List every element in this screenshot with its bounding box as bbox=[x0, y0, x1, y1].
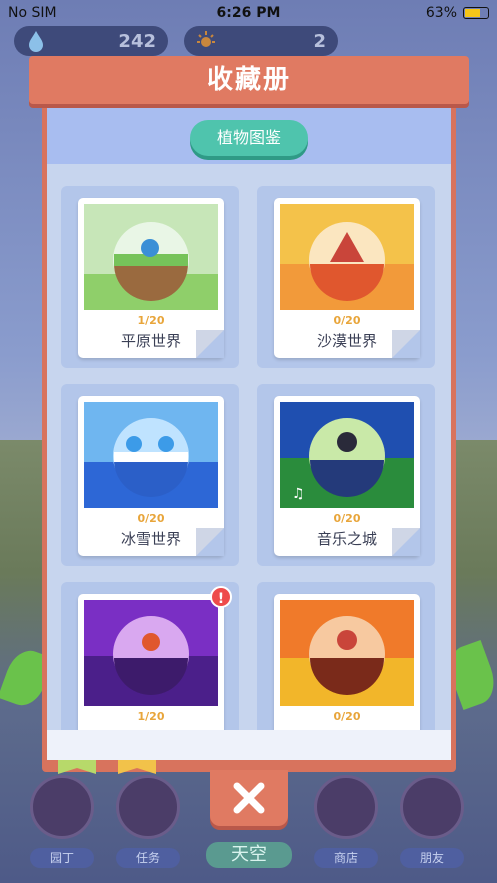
nav-task-button[interactable] bbox=[116, 775, 180, 839]
world-card-body: 0/20 冰雪世界 bbox=[78, 396, 224, 556]
nav-task-label[interactable]: 任务 bbox=[116, 848, 180, 868]
sun-value: 2 bbox=[313, 30, 326, 52]
world-progress: 1/20 bbox=[137, 710, 165, 723]
sun-counter[interactable]: 2 bbox=[184, 26, 338, 56]
water-drop-icon bbox=[29, 31, 43, 52]
world-progress: 1/20 bbox=[137, 314, 165, 327]
close-button[interactable] bbox=[210, 770, 288, 826]
world-card-body: ♫ 0/20 音乐之城 bbox=[274, 396, 420, 556]
tab-plant-guide[interactable]: 植物图鉴 bbox=[190, 120, 308, 156]
modal-title: 收藏册 bbox=[29, 56, 469, 104]
nav-friends-label[interactable]: 朋友 bbox=[400, 848, 464, 868]
page-fold bbox=[392, 330, 420, 358]
water-value: 242 bbox=[118, 30, 156, 52]
status-bar: No SIM 6:26 PM 63% bbox=[0, 0, 497, 26]
water-counter[interactable]: 242 bbox=[14, 26, 168, 56]
lava-world-image bbox=[280, 600, 414, 706]
nav-shop-label[interactable]: 商店 bbox=[314, 848, 378, 868]
music-world-image: ♫ bbox=[280, 402, 414, 508]
world-card-plains[interactable]: 1/20 平原世界 bbox=[61, 186, 239, 368]
svg-text:♫: ♫ bbox=[292, 486, 305, 502]
bookmark-ribbon-yellow bbox=[118, 760, 156, 774]
world-progress: 0/20 bbox=[333, 512, 361, 525]
world-card-body: 0/20 沙漠世界 bbox=[274, 198, 420, 358]
nav-gardener-label[interactable]: 园丁 bbox=[30, 848, 94, 868]
world-progress: 0/20 bbox=[137, 512, 165, 525]
page-fold bbox=[196, 330, 224, 358]
close-icon bbox=[233, 782, 265, 814]
world-card-music[interactable]: ♫ 0/20 音乐之城 bbox=[257, 384, 435, 566]
clock: 6:26 PM bbox=[216, 5, 281, 21]
page-fold bbox=[196, 528, 224, 556]
sun-icon bbox=[197, 31, 215, 47]
modal-page-curl bbox=[47, 730, 451, 760]
world-card-body: 1/20 平原世界 bbox=[78, 198, 224, 358]
tab-strip: 植物图鉴 bbox=[47, 100, 451, 164]
world-progress: 0/20 bbox=[333, 710, 361, 723]
world-card-snow[interactable]: 0/20 冰雪世界 bbox=[61, 384, 239, 566]
bookmark-ribbon-green bbox=[58, 760, 96, 774]
desert-world-image bbox=[280, 204, 414, 310]
nav-friends-button[interactable] bbox=[400, 775, 464, 839]
snow-world-image bbox=[84, 402, 218, 508]
nav-sky-label[interactable]: 天空 bbox=[206, 842, 292, 868]
plains-world-image bbox=[84, 204, 218, 310]
nav-shop-button[interactable] bbox=[314, 775, 378, 839]
page-fold bbox=[392, 528, 420, 556]
collection-modal: 植物图鉴 1/20 平原世界 0/20 沙漠世界 0/20 冰雪世界 ♫ 0/2… bbox=[47, 100, 451, 760]
world-card-desert[interactable]: 0/20 沙漠世界 bbox=[257, 186, 435, 368]
battery-icon bbox=[463, 7, 489, 19]
nav-gardener-button[interactable] bbox=[30, 775, 94, 839]
purple-world-image bbox=[84, 600, 218, 706]
new-item-alert-badge: ! bbox=[210, 586, 232, 608]
world-progress: 0/20 bbox=[333, 314, 361, 327]
